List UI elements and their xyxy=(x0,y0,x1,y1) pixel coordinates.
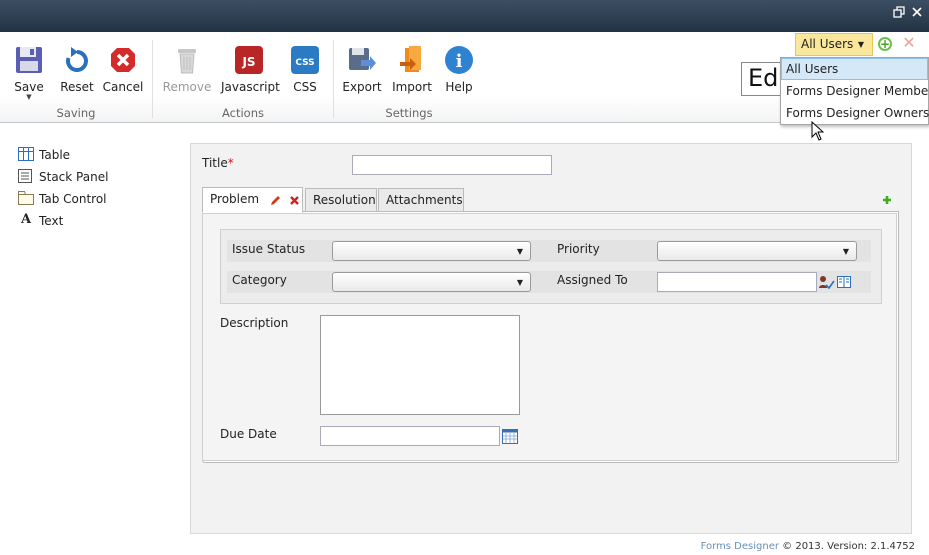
user-group-selected: All Users xyxy=(801,37,854,51)
toolbox-label: Table xyxy=(39,148,71,162)
help-icon: i xyxy=(445,46,473,74)
restore-window-icon[interactable] xyxy=(892,6,906,20)
settings-group-label: Settings xyxy=(385,106,433,120)
check-names-icon[interactable] xyxy=(819,275,835,290)
tab-problem[interactable]: Problem xyxy=(202,187,303,213)
priority-label: Priority xyxy=(557,242,600,256)
version-text: © 2013. Version: 2.1.4752 xyxy=(782,541,915,552)
category-select[interactable]: ▼ xyxy=(332,272,531,292)
svg-text:JS: JS xyxy=(241,55,255,69)
help-label: Help xyxy=(445,80,473,94)
tab-resolution-label: Resolution xyxy=(313,193,376,207)
export-icon xyxy=(349,48,376,70)
address-book-icon[interactable] xyxy=(837,275,852,289)
title-field-label: Title* xyxy=(202,156,234,170)
menu-item-all-users[interactable]: All Users xyxy=(781,58,928,80)
cancel-icon xyxy=(111,48,135,72)
description-textarea[interactable] xyxy=(320,315,520,415)
saving-group-label: Saving xyxy=(56,106,96,120)
tab-resolution[interactable]: Resolution xyxy=(305,188,377,212)
close-window-icon[interactable] xyxy=(910,6,924,20)
user-group-menu: All Users Forms Designer Members Forms D… xyxy=(780,57,929,125)
title-label-text: Title xyxy=(202,156,228,170)
remove-button[interactable]: Remove xyxy=(159,44,215,94)
chevron-down-icon: ▼ xyxy=(857,40,864,49)
menu-item-members[interactable]: Forms Designer Members xyxy=(781,80,929,102)
table-icon xyxy=(18,147,34,161)
javascript-button[interactable]: JS Javascript xyxy=(221,44,280,94)
footer: Forms Designer © 2013. Version: 2.1.4752 xyxy=(701,541,915,552)
css-label: CSS xyxy=(293,80,317,94)
title-input[interactable] xyxy=(352,155,552,175)
export-button[interactable]: Export xyxy=(334,44,390,94)
tab-attachments[interactable]: Attachments xyxy=(378,188,464,212)
issue-status-select[interactable]: ▼ xyxy=(332,241,531,261)
actions-group: Remove JS Javascript CSS CSS Actions xyxy=(153,32,333,123)
toolbox-label: Tab Control xyxy=(39,192,107,206)
chevron-down-icon: ▼ xyxy=(516,278,523,287)
floppy-disk-icon xyxy=(16,47,42,73)
cancel-button[interactable]: Cancel xyxy=(95,44,151,94)
import-icon xyxy=(400,46,421,72)
reset-arrow-icon xyxy=(66,47,88,72)
due-date-input[interactable] xyxy=(320,426,500,446)
category-label: Category xyxy=(232,273,287,287)
trash-icon xyxy=(178,49,196,74)
stack-panel-icon xyxy=(18,169,32,183)
delete-tab-icon[interactable] xyxy=(289,195,300,206)
issue-status-label: Issue Status xyxy=(232,242,306,256)
remove-label: Remove xyxy=(162,80,212,94)
tab-attachments-label: Attachments xyxy=(386,193,463,207)
actions-group-label: Actions xyxy=(221,106,264,120)
settings-group: Export Import i Help Settings xyxy=(334,32,484,123)
add-icon[interactable]: + xyxy=(878,37,892,51)
svg-text:i: i xyxy=(456,51,463,72)
chevron-down-icon: ▼ xyxy=(516,247,523,256)
priority-select[interactable]: ▼ xyxy=(657,241,857,261)
css-icon: CSS xyxy=(291,46,319,74)
chevron-down-icon[interactable]: ▼ xyxy=(1,93,57,101)
assigned-to-input[interactable] xyxy=(657,272,817,292)
help-button[interactable]: i Help xyxy=(431,44,487,94)
due-date-label: Due Date xyxy=(220,427,277,441)
forms-designer-link[interactable]: Forms Designer xyxy=(701,541,779,552)
toolbox-label: Text xyxy=(39,214,64,228)
title-bar xyxy=(0,0,929,32)
css-button[interactable]: CSS CSS xyxy=(277,44,333,94)
mouse-cursor-icon xyxy=(811,121,825,141)
delete-icon[interactable]: ✕ xyxy=(902,35,916,51)
calendar-icon[interactable] xyxy=(502,429,518,444)
javascript-label: Javascript xyxy=(221,80,280,94)
tab-control-icon xyxy=(18,191,34,205)
export-label: Export xyxy=(342,80,382,94)
svg-text:CSS: CSS xyxy=(295,58,314,68)
add-tab-icon[interactable] xyxy=(882,195,892,205)
toolbox-label: Stack Panel xyxy=(39,170,109,184)
cancel-label: Cancel xyxy=(102,80,144,94)
assigned-to-label: Assigned To xyxy=(557,273,628,287)
required-marker: * xyxy=(227,156,234,170)
description-label: Description xyxy=(220,316,289,330)
tab-problem-label: Problem xyxy=(210,192,260,206)
user-group-dropdown[interactable]: All Users ▼ xyxy=(795,33,873,56)
chevron-down-icon: ▼ xyxy=(842,247,849,256)
text-icon: A xyxy=(20,212,32,227)
saving-group: Save ▼ Reset Cancel Saving xyxy=(0,32,152,123)
pencil-icon[interactable] xyxy=(270,195,281,206)
menu-item-owners[interactable]: Forms Designer Owners xyxy=(781,102,929,124)
javascript-icon: JS xyxy=(235,46,263,74)
